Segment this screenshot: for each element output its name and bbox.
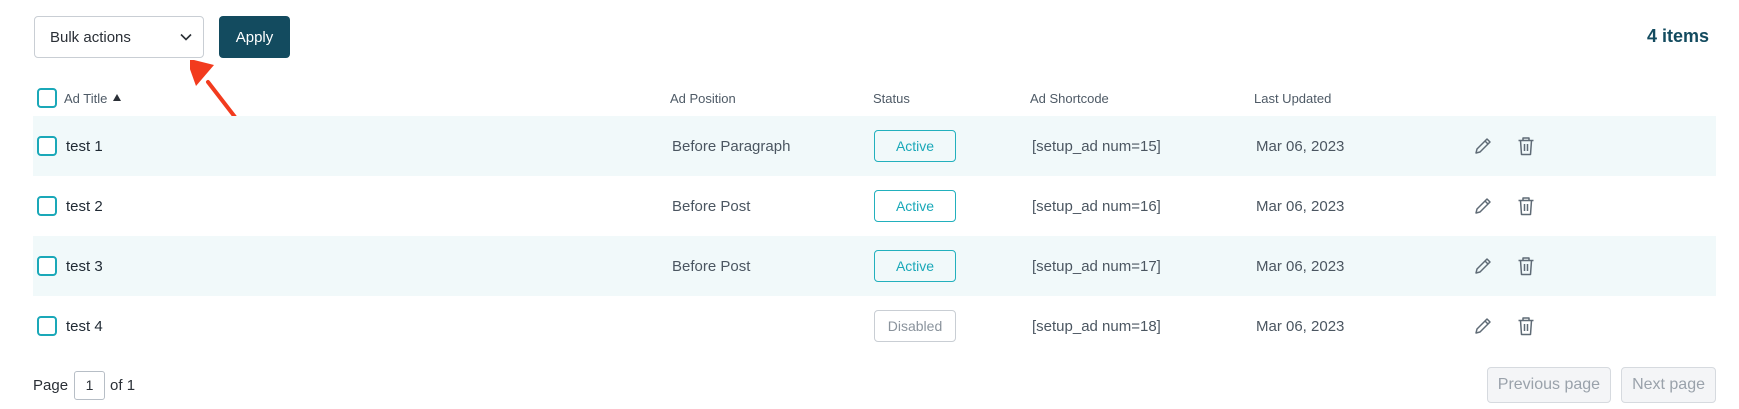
status-badge[interactable]: Active	[874, 130, 956, 162]
header-ad-title[interactable]: Ad Title	[64, 80, 122, 116]
header-ad-title-label: Ad Title	[64, 90, 108, 106]
items-count: 4 items	[1646, 26, 1709, 46]
pencil-icon[interactable]	[1471, 134, 1495, 158]
status-badge[interactable]: Active	[874, 250, 956, 282]
ads-table: Ad Title Ad Position Status Ad Shortcode…	[33, 80, 1716, 356]
row-ad-shortcode: [setup_ad num=18]	[1032, 317, 1161, 335]
table-row: test 1 Before Paragraph Active [setup_ad…	[33, 116, 1716, 176]
toolbar: Bulk actions Apply	[34, 16, 290, 58]
pagination-controls: Previous page Next page	[1477, 367, 1716, 403]
row-ad-title[interactable]: test 2	[66, 176, 103, 236]
header-last-updated: Last Updated	[1254, 90, 1332, 106]
bulk-actions-value: Bulk actions	[50, 28, 131, 46]
table-row: test 4 Disabled [setup_ad num=18] Mar 06…	[33, 296, 1716, 356]
row-ad-shortcode: [setup_ad num=17]	[1032, 257, 1161, 275]
row-last-updated: Mar 06, 2023	[1256, 257, 1345, 275]
page-number-input[interactable]	[74, 370, 106, 400]
row-ad-title[interactable]: test 1	[66, 116, 103, 176]
table-header: Ad Title Ad Position Status Ad Shortcode…	[33, 80, 1716, 116]
row-checkbox[interactable]	[37, 316, 57, 336]
sort-ascending-icon	[113, 94, 122, 101]
header-status: Status	[873, 90, 910, 106]
status-badge[interactable]: Active	[874, 190, 956, 222]
bulk-actions-select[interactable]: Bulk actions	[34, 16, 204, 58]
header-ad-shortcode: Ad Shortcode	[1030, 90, 1109, 106]
apply-button[interactable]: Apply	[219, 16, 290, 58]
pencil-icon[interactable]	[1471, 314, 1495, 338]
pagination-info: Page of 1	[33, 370, 135, 400]
trash-icon[interactable]	[1514, 134, 1538, 158]
row-ad-shortcode: [setup_ad num=16]	[1032, 197, 1161, 215]
header-ad-position: Ad Position	[670, 90, 736, 106]
select-all-cell	[37, 80, 57, 116]
row-ad-title[interactable]: test 4	[66, 296, 103, 356]
status-badge[interactable]: Disabled	[874, 310, 956, 342]
trash-icon[interactable]	[1514, 194, 1538, 218]
row-ad-position: Before Paragraph	[672, 137, 791, 155]
row-checkbox[interactable]	[37, 136, 57, 156]
row-checkbox[interactable]	[37, 256, 57, 276]
row-last-updated: Mar 06, 2023	[1256, 317, 1345, 335]
trash-icon[interactable]	[1514, 254, 1538, 278]
next-page-button[interactable]: Next page	[1621, 367, 1716, 403]
row-last-updated: Mar 06, 2023	[1256, 137, 1345, 155]
row-ad-title[interactable]: test 3	[66, 236, 103, 296]
row-last-updated: Mar 06, 2023	[1256, 197, 1345, 215]
row-ad-position: Before Post	[672, 197, 751, 215]
row-ad-position: Before Post	[672, 257, 751, 275]
table-row: test 3 Before Post Active [setup_ad num=…	[33, 236, 1716, 296]
chevron-down-icon	[179, 30, 193, 44]
row-checkbox[interactable]	[37, 196, 57, 216]
pencil-icon[interactable]	[1471, 194, 1495, 218]
select-all-checkbox[interactable]	[37, 88, 57, 108]
pencil-icon[interactable]	[1471, 254, 1495, 278]
previous-page-button[interactable]: Previous page	[1486, 367, 1612, 403]
table-row: test 2 Before Post Active [setup_ad num=…	[33, 176, 1716, 236]
page-label: Page	[33, 376, 69, 394]
page-total-label: of 1	[110, 376, 136, 394]
trash-icon[interactable]	[1514, 314, 1538, 338]
row-ad-shortcode: [setup_ad num=15]	[1032, 137, 1161, 155]
